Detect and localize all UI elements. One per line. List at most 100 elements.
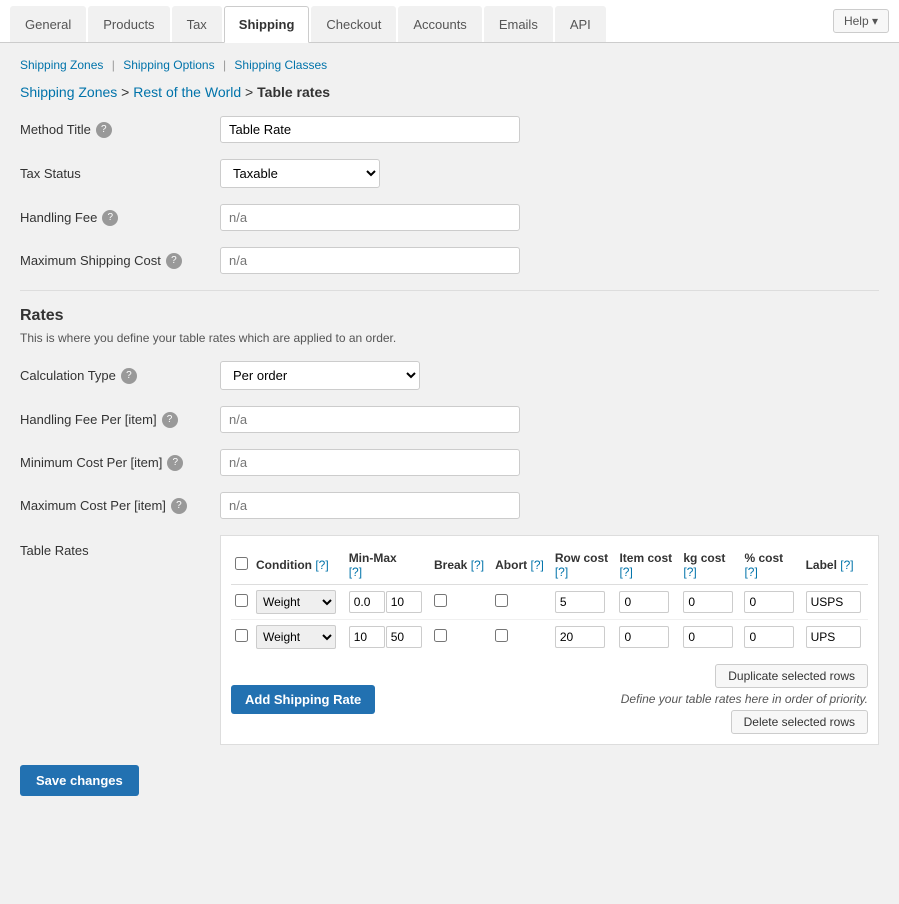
handling-fee-label: Handling Fee ? xyxy=(20,210,220,226)
row-1-max[interactable] xyxy=(386,591,422,613)
col-row-cost: Row cost [?] xyxy=(551,546,616,585)
shipping-zones-link[interactable]: Shipping Zones xyxy=(20,58,103,72)
nav-tabs: General Products Tax Shipping Checkout A… xyxy=(10,0,608,42)
col-abort: Abort [?] xyxy=(491,546,551,585)
add-shipping-rate-button[interactable]: Add Shipping Rate xyxy=(231,685,375,714)
breadcrumb-world[interactable]: Rest of the World xyxy=(133,84,241,100)
min-cost-per-label: Minimum Cost Per [item] ? xyxy=(20,455,220,471)
kg-cost-help[interactable]: [?] xyxy=(683,565,696,579)
tax-status-label: Tax Status xyxy=(20,166,220,181)
handling-fee-per-label: Handling Fee Per [item] ? xyxy=(20,412,220,428)
handling-fee-help-icon[interactable]: ? xyxy=(102,210,118,226)
rates-heading: Rates xyxy=(20,307,879,325)
col-kg-cost: kg cost [?] xyxy=(679,546,740,585)
min-cost-per-help-icon[interactable]: ? xyxy=(167,455,183,471)
breadcrumb-current: Table rates xyxy=(257,84,330,100)
table-rates-section: Table Rates Condition [?] Min-Max [?] xyxy=(20,535,879,745)
help-button[interactable]: Help ▾ xyxy=(833,9,889,33)
row-1-break[interactable] xyxy=(434,594,447,607)
priority-note: Define your table rates here in order of… xyxy=(621,692,868,706)
row-2-label[interactable] xyxy=(806,626,861,648)
row-1-pct-cost[interactable] xyxy=(744,591,794,613)
row-2-pct-cost[interactable] xyxy=(744,626,794,648)
break-help[interactable]: [?] xyxy=(471,558,484,572)
max-cost-per-input[interactable] xyxy=(220,492,520,519)
row-1-condition[interactable]: Weight Price Item count xyxy=(256,590,336,614)
pct-cost-help[interactable]: [?] xyxy=(744,565,757,579)
handling-fee-input[interactable] xyxy=(220,204,520,231)
breadcrumb-zones[interactable]: Shipping Zones xyxy=(20,84,117,100)
row-cost-help[interactable]: [?] xyxy=(555,565,568,579)
shipping-classes-link[interactable]: Shipping Classes xyxy=(234,58,327,72)
min-cost-per-row: Minimum Cost Per [item] ? xyxy=(20,449,879,476)
shipping-options-link[interactable]: Shipping Options xyxy=(123,58,214,72)
row-1-min[interactable] xyxy=(349,591,385,613)
row-2-item-cost[interactable] xyxy=(619,626,669,648)
row-2-condition[interactable]: Weight Price Item count xyxy=(256,625,336,649)
row-1-label[interactable] xyxy=(806,591,861,613)
abort-help[interactable]: [?] xyxy=(530,558,543,572)
row-1-checkbox[interactable] xyxy=(235,594,248,607)
method-title-label: Method Title ? xyxy=(20,122,220,138)
max-shipping-cost-row: Maximum Shipping Cost ? xyxy=(20,247,879,274)
calc-type-select[interactable]: Per order Per item Per line item Per cla… xyxy=(220,361,420,390)
select-all-checkbox[interactable] xyxy=(235,557,248,570)
item-cost-help[interactable]: [?] xyxy=(619,565,632,579)
save-changes-button[interactable]: Save changes xyxy=(20,765,139,796)
max-shipping-cost-label: Maximum Shipping Cost ? xyxy=(20,253,220,269)
handling-fee-per-help-icon[interactable]: ? xyxy=(162,412,178,428)
row-2-break[interactable] xyxy=(434,629,447,642)
tab-emails[interactable]: Emails xyxy=(484,6,553,42)
duplicate-rows-button[interactable]: Duplicate selected rows xyxy=(715,664,868,688)
row-2-row-cost[interactable] xyxy=(555,626,605,648)
save-row: Save changes xyxy=(20,765,879,796)
col-label: Label [?] xyxy=(802,546,868,585)
col-minmax: Min-Max [?] xyxy=(345,546,430,585)
top-navigation: General Products Tax Shipping Checkout A… xyxy=(0,0,899,43)
label-help[interactable]: [?] xyxy=(840,558,853,572)
method-title-input[interactable] xyxy=(220,116,520,143)
max-cost-per-label: Maximum Cost Per [item] ? xyxy=(20,498,220,514)
table-rates-label: Table Rates xyxy=(20,535,220,558)
table-actions: Add Shipping Rate Duplicate selected row… xyxy=(231,664,868,734)
method-title-help-icon[interactable]: ? xyxy=(96,122,112,138)
calc-type-help-icon[interactable]: ? xyxy=(121,368,137,384)
tab-shipping[interactable]: Shipping xyxy=(224,6,310,43)
row-2-checkbox[interactable] xyxy=(235,629,248,642)
row-1-minmax xyxy=(349,591,426,613)
tab-general[interactable]: General xyxy=(10,6,86,42)
rates-table-container: Condition [?] Min-Max [?] Break [?] Ab xyxy=(220,535,879,745)
row-2-max[interactable] xyxy=(386,626,422,648)
handling-fee-per-input[interactable] xyxy=(220,406,520,433)
row-2-kg-cost[interactable] xyxy=(683,626,733,648)
row-2-abort[interactable] xyxy=(495,629,508,642)
condition-help[interactable]: [?] xyxy=(315,558,328,572)
row-1-item-cost[interactable] xyxy=(619,591,669,613)
min-cost-per-input[interactable] xyxy=(220,449,520,476)
tax-status-select[interactable]: Taxable None xyxy=(220,159,380,188)
calc-type-row: Calculation Type ? Per order Per item Pe… xyxy=(20,361,879,390)
max-cost-per-row: Maximum Cost Per [item] ? xyxy=(20,492,879,519)
calc-type-label: Calculation Type ? xyxy=(20,368,220,384)
page-content: Shipping Zones | Shipping Options | Ship… xyxy=(0,43,899,811)
tab-checkout[interactable]: Checkout xyxy=(311,6,396,42)
table-row: Weight Price Item count xyxy=(231,620,868,655)
max-cost-per-help-icon[interactable]: ? xyxy=(171,498,187,514)
row-1-abort[interactable] xyxy=(495,594,508,607)
tab-api[interactable]: API xyxy=(555,6,606,42)
delete-rows-button[interactable]: Delete selected rows xyxy=(731,710,868,734)
minmax-help[interactable]: [?] xyxy=(349,565,362,579)
col-condition: Condition [?] xyxy=(252,546,345,585)
tab-accounts[interactable]: Accounts xyxy=(398,6,481,42)
max-shipping-cost-help-icon[interactable]: ? xyxy=(166,253,182,269)
rates-description: This is where you define your table rate… xyxy=(20,331,879,345)
tab-products[interactable]: Products xyxy=(88,6,169,42)
tax-status-row: Tax Status Taxable None xyxy=(20,159,879,188)
row-1-kg-cost[interactable] xyxy=(683,591,733,613)
sub-navigation: Shipping Zones | Shipping Options | Ship… xyxy=(20,58,879,72)
row-1-row-cost[interactable] xyxy=(555,591,605,613)
tab-tax[interactable]: Tax xyxy=(172,6,222,42)
method-title-row: Method Title ? xyxy=(20,116,879,143)
row-2-min[interactable] xyxy=(349,626,385,648)
max-shipping-cost-input[interactable] xyxy=(220,247,520,274)
